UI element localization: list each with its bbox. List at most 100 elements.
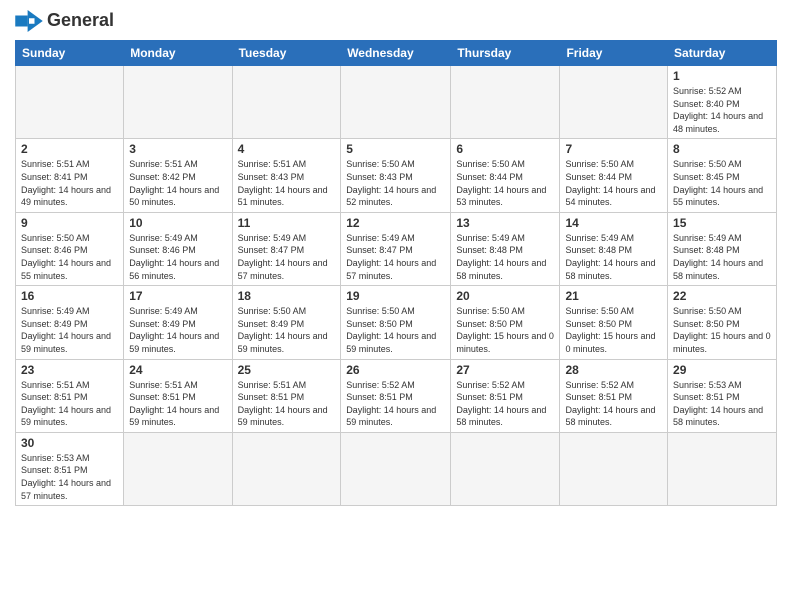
- day-number: 9: [21, 216, 118, 230]
- calendar-cell: 23 Sunrise: 5:51 AMSunset: 8:51 PMDayligh…: [16, 359, 124, 432]
- calendar-cell: [124, 432, 232, 505]
- calendar-cell: [668, 432, 777, 505]
- day-number: 2: [21, 142, 118, 156]
- day-number: 21: [565, 289, 662, 303]
- day-number: 11: [238, 216, 336, 230]
- weekday-header-saturday: Saturday: [668, 41, 777, 66]
- weekday-header-row: SundayMondayTuesdayWednesdayThursdayFrid…: [16, 41, 777, 66]
- week-row-1: 1 Sunrise: 5:52 AMSunset: 8:40 PMDaylight…: [16, 66, 777, 139]
- day-info: Sunrise: 5:51 AMSunset: 8:41 PMDaylight:…: [21, 158, 118, 208]
- day-info: Sunrise: 5:51 AMSunset: 8:51 PMDaylight:…: [21, 379, 118, 429]
- day-info: Sunrise: 5:51 AMSunset: 8:43 PMDaylight:…: [238, 158, 336, 208]
- calendar-cell: 9 Sunrise: 5:50 AMSunset: 8:46 PMDaylight…: [16, 212, 124, 285]
- day-number: 23: [21, 363, 118, 377]
- calendar-cell: 4Sunrise: 5:51 AMSunset: 8:43 PMDaylight…: [232, 139, 341, 212]
- day-number: 25: [238, 363, 336, 377]
- calendar-cell: [341, 66, 451, 139]
- calendar-cell: 5 Sunrise: 5:50 AMSunset: 8:43 PMDaylight…: [341, 139, 451, 212]
- day-info: Sunrise: 5:51 AMSunset: 8:42 PMDaylight:…: [129, 158, 226, 208]
- calendar-cell: 3 Sunrise: 5:51 AMSunset: 8:42 PMDaylight…: [124, 139, 232, 212]
- day-info: Sunrise: 5:50 AMSunset: 8:50 PMDaylight:…: [673, 305, 771, 355]
- calendar-cell: 7Sunrise: 5:50 AMSunset: 8:44 PMDaylight…: [560, 139, 668, 212]
- day-number: 20: [456, 289, 554, 303]
- day-info: Sunrise: 5:50 AMSunset: 8:50 PMDaylight:…: [565, 305, 662, 355]
- calendar-cell: 11 Sunrise: 5:49 AMSunset: 8:47 PMDayligh…: [232, 212, 341, 285]
- page: General SundayMondayTuesdayWednesdayThur…: [0, 0, 792, 612]
- day-number: 26: [346, 363, 445, 377]
- calendar-cell: 1 Sunrise: 5:52 AMSunset: 8:40 PMDaylight…: [668, 66, 777, 139]
- day-info: Sunrise: 5:50 AMSunset: 8:44 PMDaylight:…: [456, 158, 554, 208]
- calendar-cell: 2 Sunrise: 5:51 AMSunset: 8:41 PMDaylight…: [16, 139, 124, 212]
- calendar-cell: 22 Sunrise: 5:50 AMSunset: 8:50 PMDayligh…: [668, 286, 777, 359]
- week-row-6: 30 Sunrise: 5:53 AMSunset: 8:51 PMDayligh…: [16, 432, 777, 505]
- day-number: 15: [673, 216, 771, 230]
- calendar-cell: [560, 66, 668, 139]
- day-info: Sunrise: 5:51 AMSunset: 8:51 PMDaylight:…: [238, 379, 336, 429]
- day-number: 22: [673, 289, 771, 303]
- day-number: 16: [21, 289, 118, 303]
- day-number: 27: [456, 363, 554, 377]
- header-area: General: [15, 10, 777, 32]
- day-info: Sunrise: 5:49 AMSunset: 8:49 PMDaylight:…: [21, 305, 118, 355]
- day-info: Sunrise: 5:50 AMSunset: 8:43 PMDaylight:…: [346, 158, 445, 208]
- calendar-cell: 6 Sunrise: 5:50 AMSunset: 8:44 PMDaylight…: [451, 139, 560, 212]
- calendar-cell: 17Sunrise: 5:49 AMSunset: 8:49 PMDayligh…: [124, 286, 232, 359]
- calendar-cell: 10Sunrise: 5:49 AMSunset: 8:46 PMDayligh…: [124, 212, 232, 285]
- calendar-cell: 20 Sunrise: 5:50 AMSunset: 8:50 PMDayligh…: [451, 286, 560, 359]
- day-number: 12: [346, 216, 445, 230]
- day-number: 5: [346, 142, 445, 156]
- week-row-5: 23 Sunrise: 5:51 AMSunset: 8:51 PMDayligh…: [16, 359, 777, 432]
- day-info: Sunrise: 5:53 AMSunset: 8:51 PMDaylight:…: [21, 452, 118, 502]
- calendar-cell: 30 Sunrise: 5:53 AMSunset: 8:51 PMDayligh…: [16, 432, 124, 505]
- day-info: Sunrise: 5:52 AMSunset: 8:40 PMDaylight:…: [673, 85, 771, 135]
- day-info: Sunrise: 5:49 AMSunset: 8:47 PMDaylight:…: [346, 232, 445, 282]
- day-number: 1: [673, 69, 771, 83]
- day-info: Sunrise: 5:49 AMSunset: 8:48 PMDaylight:…: [565, 232, 662, 282]
- day-number: 18: [238, 289, 336, 303]
- day-info: Sunrise: 5:49 AMSunset: 8:47 PMDaylight:…: [238, 232, 336, 282]
- day-info: Sunrise: 5:50 AMSunset: 8:46 PMDaylight:…: [21, 232, 118, 282]
- day-info: Sunrise: 5:50 AMSunset: 8:50 PMDaylight:…: [456, 305, 554, 355]
- calendar-cell: 27Sunrise: 5:52 AMSunset: 8:51 PMDayligh…: [451, 359, 560, 432]
- calendar-cell: 29 Sunrise: 5:53 AMSunset: 8:51 PMDayligh…: [668, 359, 777, 432]
- day-info: Sunrise: 5:49 AMSunset: 8:48 PMDaylight:…: [673, 232, 771, 282]
- calendar-cell: 16 Sunrise: 5:49 AMSunset: 8:49 PMDayligh…: [16, 286, 124, 359]
- calendar-cell: [124, 66, 232, 139]
- calendar-cell: [341, 432, 451, 505]
- calendar-cell: 19Sunrise: 5:50 AMSunset: 8:50 PMDayligh…: [341, 286, 451, 359]
- day-number: 30: [21, 436, 118, 450]
- week-row-2: 2 Sunrise: 5:51 AMSunset: 8:41 PMDaylight…: [16, 139, 777, 212]
- calendar-cell: 14 Sunrise: 5:49 AMSunset: 8:48 PMDayligh…: [560, 212, 668, 285]
- logo-text: General: [47, 11, 114, 31]
- weekday-header-sunday: Sunday: [16, 41, 124, 66]
- day-number: 29: [673, 363, 771, 377]
- day-number: 6: [456, 142, 554, 156]
- day-info: Sunrise: 5:51 AMSunset: 8:51 PMDaylight:…: [129, 379, 226, 429]
- calendar-cell: 21 Sunrise: 5:50 AMSunset: 8:50 PMDayligh…: [560, 286, 668, 359]
- day-number: 14: [565, 216, 662, 230]
- day-info: Sunrise: 5:50 AMSunset: 8:45 PMDaylight:…: [673, 158, 771, 208]
- calendar-cell: [232, 66, 341, 139]
- day-number: 3: [129, 142, 226, 156]
- day-number: 17: [129, 289, 226, 303]
- weekday-header-monday: Monday: [124, 41, 232, 66]
- day-number: 13: [456, 216, 554, 230]
- day-info: Sunrise: 5:53 AMSunset: 8:51 PMDaylight:…: [673, 379, 771, 429]
- calendar-cell: 13 Sunrise: 5:49 AMSunset: 8:48 PMDayligh…: [451, 212, 560, 285]
- day-number: 24: [129, 363, 226, 377]
- calendar-cell: 24 Sunrise: 5:51 AMSunset: 8:51 PMDayligh…: [124, 359, 232, 432]
- day-info: Sunrise: 5:52 AMSunset: 8:51 PMDaylight:…: [346, 379, 445, 429]
- day-info: Sunrise: 5:49 AMSunset: 8:48 PMDaylight:…: [456, 232, 554, 282]
- day-info: Sunrise: 5:50 AMSunset: 8:49 PMDaylight:…: [238, 305, 336, 355]
- weekday-header-friday: Friday: [560, 41, 668, 66]
- calendar-cell: [451, 432, 560, 505]
- calendar-cell: 15 Sunrise: 5:49 AMSunset: 8:48 PMDayligh…: [668, 212, 777, 285]
- calendar-cell: 18 Sunrise: 5:50 AMSunset: 8:49 PMDayligh…: [232, 286, 341, 359]
- calendar-cell: [16, 66, 124, 139]
- week-row-4: 16 Sunrise: 5:49 AMSunset: 8:49 PMDayligh…: [16, 286, 777, 359]
- calendar-cell: [451, 66, 560, 139]
- weekday-header-tuesday: Tuesday: [232, 41, 341, 66]
- calendar-cell: [232, 432, 341, 505]
- day-number: 28: [565, 363, 662, 377]
- day-info: Sunrise: 5:50 AMSunset: 8:44 PMDaylight:…: [565, 158, 662, 208]
